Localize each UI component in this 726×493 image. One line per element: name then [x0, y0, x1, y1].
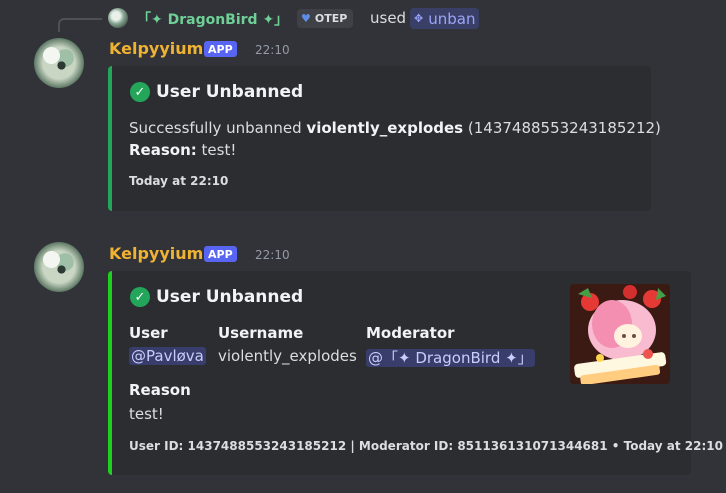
embed-description: Successfully unbanned violently_explodes…	[129, 117, 661, 139]
field-moderator-label: Moderator	[366, 324, 455, 342]
description-username: violently_explodes	[306, 119, 464, 137]
field-username-value: violently_explodes	[218, 347, 357, 365]
field-username-label: Username	[218, 324, 304, 342]
field-reason-value: test!	[129, 405, 164, 423]
field-user-label: User	[129, 324, 168, 342]
field-user-value: @Pavløva	[129, 347, 206, 365]
server-tag-label: OTEP	[314, 12, 348, 25]
message-timestamp: 22:10	[255, 248, 290, 262]
message-username[interactable]: Kelpyyium	[109, 244, 203, 263]
reply-avatar[interactable]	[108, 8, 128, 28]
moderator-mention[interactable]: @「✦ DragonBird ✦」	[366, 349, 535, 367]
app-badge: APP	[204, 41, 237, 57]
embed-thumbnail[interactable]	[570, 284, 670, 384]
used-text: used	[370, 9, 407, 27]
embed-title: ✓ User Unbanned	[130, 82, 303, 102]
embed-title-text: User Unbanned	[156, 287, 304, 307]
command-mention[interactable]: ✥ unban	[410, 8, 480, 29]
description-prefix: Successfully unbanned	[129, 119, 307, 137]
app-badge: APP	[204, 246, 237, 262]
embed-footer: Today at 22:10	[129, 174, 229, 188]
command-name: unban	[428, 9, 476, 28]
embed-title-text: User Unbanned	[156, 82, 304, 102]
embed-reason: Reason: test!	[129, 139, 236, 161]
field-reason-label: Reason	[129, 381, 191, 399]
message-username[interactable]: Kelpyyium	[109, 39, 203, 58]
avatar[interactable]	[34, 242, 84, 292]
embed-card: ✓ User Unbanned Successfully unbanned vi…	[108, 66, 661, 211]
reason-label: Reason:	[129, 141, 197, 159]
avatar[interactable]	[34, 38, 84, 88]
check-icon: ✓	[130, 287, 150, 307]
reply-username[interactable]: 「✦ DragonBird ✦」	[137, 9, 288, 29]
user-mention[interactable]: @Pavløva	[129, 347, 206, 365]
reason-value: test!	[196, 141, 237, 159]
character-thumbnail-image	[570, 284, 670, 384]
description-user-id: (1437488553243185212)	[463, 119, 661, 137]
field-moderator-value: @「✦ DragonBird ✦」	[366, 347, 535, 368]
embed-footer: User ID: 1437488553243185212 | Moderator…	[129, 439, 723, 453]
check-icon: ✓	[130, 82, 150, 102]
message-timestamp: 22:10	[255, 43, 290, 57]
apps-icon: ✥	[414, 12, 424, 25]
embed-title: ✓ User Unbanned	[130, 287, 303, 307]
reply-connector	[58, 18, 102, 32]
server-tag[interactable]: ♥ OTEP	[297, 9, 354, 28]
heart-icon: ♥	[301, 12, 311, 25]
